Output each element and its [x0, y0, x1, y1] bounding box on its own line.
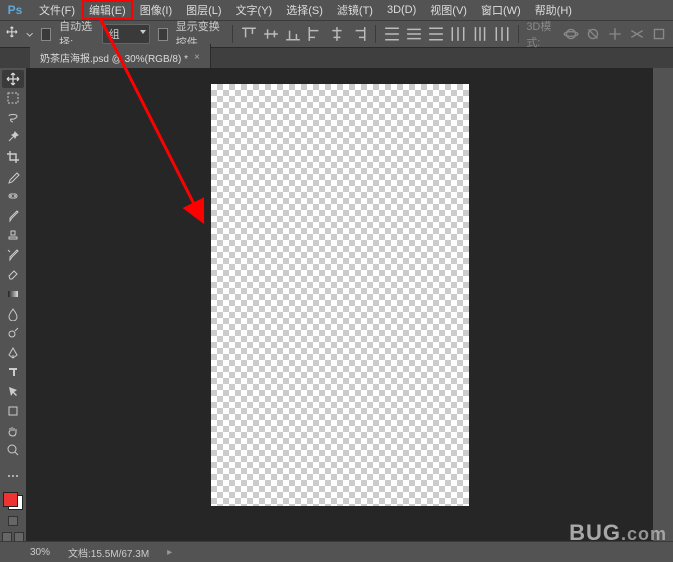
3d-slide-icon[interactable] — [629, 27, 645, 41]
dist-top-icon[interactable] — [384, 27, 400, 41]
chevron-right-icon[interactable]: ▸ — [167, 547, 172, 558]
menu-filter[interactable]: 滤镜(T) — [330, 0, 380, 20]
align-right-icon[interactable] — [351, 27, 367, 41]
type-tool[interactable] — [2, 363, 24, 381]
move-tool[interactable] — [2, 70, 24, 88]
align-left-icon[interactable] — [307, 27, 323, 41]
3d-orbit-icon[interactable] — [563, 27, 579, 41]
menu-window[interactable]: 窗口(W) — [474, 0, 528, 20]
menu-view[interactable]: 视图(V) — [423, 0, 474, 20]
wand-tool[interactable] — [2, 129, 24, 147]
mode3d-group — [563, 27, 667, 41]
lasso-tool[interactable] — [2, 109, 24, 127]
workspace — [0, 68, 673, 542]
move-tool-icon — [6, 26, 18, 42]
pen-tool[interactable] — [2, 344, 24, 362]
mode3d-label: 3D模式: — [526, 18, 555, 50]
menu-layer[interactable]: 图层(L) — [179, 0, 228, 20]
menu-file[interactable]: 文件(F) — [32, 0, 82, 20]
dist-left-icon[interactable] — [450, 27, 466, 41]
align-vcenter-icon[interactable] — [263, 27, 279, 41]
foreground-color-swatch[interactable] — [3, 492, 18, 507]
3d-roll-icon[interactable] — [585, 27, 601, 41]
tools-panel — [0, 68, 26, 542]
auto-select-target-dropdown[interactable]: 组 — [102, 24, 150, 44]
doc-size[interactable]: 文档:15.5M/67.3M — [68, 545, 149, 560]
separator — [232, 25, 233, 43]
zoom-tool[interactable] — [2, 442, 24, 460]
menu-type[interactable]: 文字(Y) — [229, 0, 280, 20]
menu-help[interactable]: 帮助(H) — [528, 0, 579, 20]
show-transform-checkbox[interactable] — [158, 28, 168, 41]
edit-toolbar-icon[interactable] — [2, 467, 24, 485]
separator — [375, 25, 376, 43]
dist-hcenter-icon[interactable] — [472, 27, 488, 41]
history-brush-tool[interactable] — [2, 246, 24, 264]
doc-size-label: 文档: — [68, 549, 91, 560]
separator — [518, 25, 519, 43]
healing-tool[interactable] — [2, 187, 24, 205]
marquee-tool[interactable] — [2, 90, 24, 108]
path-select-tool[interactable] — [2, 383, 24, 401]
align-hcenter-icon[interactable] — [329, 27, 345, 41]
menu-image[interactable]: 图像(I) — [133, 0, 179, 20]
auto-select-checkbox[interactable] — [41, 28, 51, 41]
document-tab-bar: 奶茶店海报.psd @ 30%(RGB/8) * × — [0, 48, 673, 70]
dist-right-icon[interactable] — [494, 27, 510, 41]
menu-3d[interactable]: 3D(D) — [380, 2, 423, 18]
dodge-tool[interactable] — [2, 324, 24, 342]
3d-pan-icon[interactable] — [607, 27, 623, 41]
canvas-area[interactable] — [26, 68, 653, 542]
document-tab-title: 奶茶店海报.psd @ 30%(RGB/8) * — [40, 50, 188, 65]
menu-edit[interactable]: 编辑(E) — [82, 0, 133, 20]
document-tab[interactable]: 奶茶店海报.psd @ 30%(RGB/8) * × — [30, 44, 211, 70]
quickmask-toggle[interactable] — [8, 516, 18, 526]
tool-preset-dropdown-icon[interactable] — [26, 29, 33, 39]
menu-select[interactable]: 选择(S) — [279, 0, 330, 20]
blur-tool[interactable] — [2, 305, 24, 323]
dist-vcenter-icon[interactable] — [406, 27, 422, 41]
eraser-tool[interactable] — [2, 266, 24, 284]
watermark-brand: BUG — [569, 520, 621, 546]
color-swatches[interactable] — [3, 492, 23, 510]
ps-logo: Ps — [4, 2, 26, 18]
dist-bottom-icon[interactable] — [428, 27, 444, 41]
distribute-group — [384, 27, 510, 41]
doc-size-value: 15.5M/67.3M — [91, 549, 149, 560]
menu-bar: Ps 文件(F) 编辑(E) 图像(I) 图层(L) 文字(Y) 选择(S) 滤… — [0, 0, 673, 20]
stamp-tool[interactable] — [2, 227, 24, 245]
zoom-level[interactable]: 30% — [30, 547, 50, 558]
shape-tool[interactable] — [2, 403, 24, 421]
align-bottom-icon[interactable] — [285, 27, 301, 41]
close-tab-icon[interactable]: × — [194, 52, 200, 63]
brush-tool[interactable] — [2, 207, 24, 225]
gradient-tool[interactable] — [2, 285, 24, 303]
align-top-icon[interactable] — [241, 27, 257, 41]
crop-tool[interactable] — [2, 148, 24, 166]
right-panel-collapsed[interactable] — [653, 68, 673, 542]
eyedropper-tool[interactable] — [2, 168, 24, 186]
hand-tool[interactable] — [2, 422, 24, 440]
watermark: BUG.com — [569, 520, 667, 546]
watermark-domain: .com — [621, 524, 667, 545]
document-canvas[interactable] — [211, 84, 469, 506]
align-group — [241, 27, 367, 41]
3d-scale-icon[interactable] — [651, 27, 667, 41]
